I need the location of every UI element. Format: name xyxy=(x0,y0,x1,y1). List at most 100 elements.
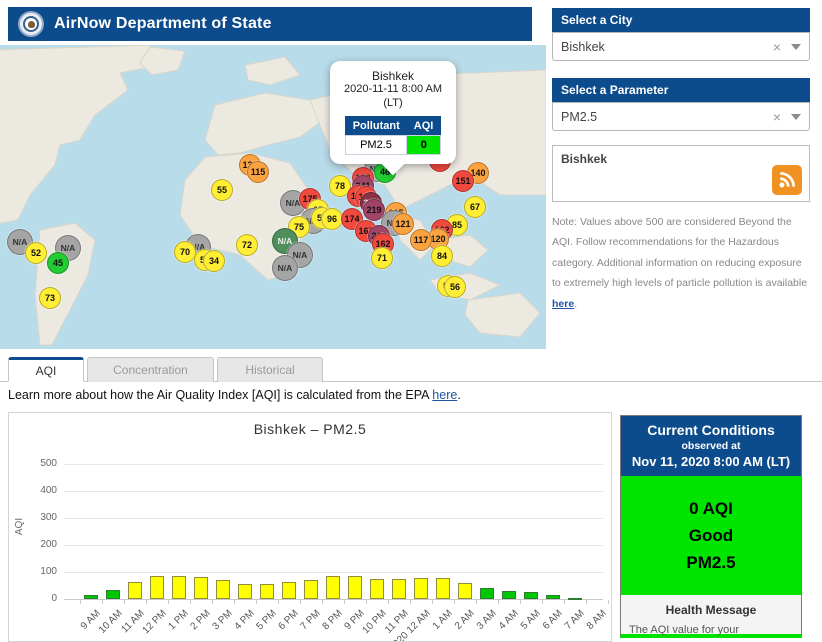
popup-timezone: (LT) xyxy=(336,97,450,111)
aqi-map-marker[interactable]: 52 xyxy=(25,242,47,264)
chart-x-tick xyxy=(300,600,301,604)
popup-aqi-table: Pollutant AQI PM2.5 0 xyxy=(345,116,442,155)
aqi-map-marker[interactable]: 151 xyxy=(452,170,474,192)
chart-bar[interactable] xyxy=(524,592,538,599)
map-continents xyxy=(0,45,546,349)
chart-bar[interactable] xyxy=(260,584,274,599)
chart-bar[interactable] xyxy=(568,598,582,600)
chart-x-tick xyxy=(388,600,389,604)
chart-bar[interactable] xyxy=(84,595,98,599)
chart-gridline xyxy=(64,572,603,573)
city-select-header: Select a City xyxy=(552,8,810,32)
learn-more-period: . xyxy=(457,388,460,402)
learn-more-here-link[interactable]: here xyxy=(432,388,457,402)
parameter-select[interactable]: PM2.5 × xyxy=(552,102,810,131)
aqi-map-marker[interactable]: N/A xyxy=(272,255,298,281)
state-department-seal-icon xyxy=(18,11,44,37)
chart-bar[interactable] xyxy=(282,582,296,599)
chart-bar[interactable] xyxy=(326,576,340,599)
chart-bar[interactable] xyxy=(238,584,252,599)
aqi-map-marker[interactable]: 45 xyxy=(47,252,69,274)
chart-bar[interactable] xyxy=(458,583,472,599)
chart-y-tick-label: 0 xyxy=(17,593,57,604)
chart-x-tick xyxy=(234,600,235,604)
chart-x-tick xyxy=(520,600,521,604)
note-here-link[interactable]: here xyxy=(552,298,574,310)
chart-bar[interactable] xyxy=(436,578,450,599)
chart-x-tick xyxy=(168,600,169,604)
clear-x-icon[interactable]: × xyxy=(773,109,781,125)
aqi-map-marker[interactable]: 70 xyxy=(174,241,196,263)
chart-bar[interactable] xyxy=(106,590,120,599)
chart-bar[interactable] xyxy=(150,576,164,599)
health-message-text: The AQI value for your community is betw… xyxy=(629,621,793,642)
chart-bar[interactable] xyxy=(172,576,186,599)
tab-aqi[interactable]: AQI xyxy=(8,357,84,382)
chart-bar[interactable] xyxy=(546,595,560,599)
aqi-map-marker[interactable]: 67 xyxy=(464,196,486,218)
chart-x-tick xyxy=(190,600,191,604)
aqi-status-box: 0 AQI Good PM2.5 xyxy=(621,476,801,595)
aqi-map-marker[interactable]: 34 xyxy=(203,250,225,272)
clear-x-icon[interactable]: × xyxy=(773,39,781,55)
chart-y-tick-label: 200 xyxy=(17,539,57,550)
aqi-map-marker[interactable]: 73 xyxy=(39,287,61,309)
chart-bar[interactable] xyxy=(480,588,494,599)
app-title: AirNow Department of State xyxy=(54,15,272,33)
chart-gridline xyxy=(64,464,603,465)
chevron-down-icon[interactable] xyxy=(791,114,801,120)
chart-gridline xyxy=(64,518,603,519)
popup-city: Bishkek xyxy=(336,69,450,83)
current-conditions-panel: Current Conditions observed at Nov 11, 2… xyxy=(620,415,802,638)
chart-x-tick xyxy=(256,600,257,604)
chart-x-tick xyxy=(278,600,279,604)
chart-bar[interactable] xyxy=(304,580,318,599)
observation-timestamp: Nov 11, 2020 8:00 AM (LT) xyxy=(623,454,799,469)
chart-bar[interactable] xyxy=(194,577,208,599)
chart-bar[interactable] xyxy=(502,591,516,599)
chart-y-tick-label: 400 xyxy=(17,485,57,496)
chart-bar[interactable] xyxy=(216,580,230,599)
chart-bar[interactable] xyxy=(414,578,428,599)
aqi-category: Good xyxy=(621,526,801,546)
tab-bar: AQI Concentration Historical xyxy=(8,357,323,382)
popup-datetime: 2020-11-11 8:00 AM xyxy=(336,83,450,97)
chart-x-tick xyxy=(146,600,147,604)
chevron-down-icon[interactable] xyxy=(791,44,801,50)
aqi-map-marker[interactable]: 55 xyxy=(211,179,233,201)
chart-bar[interactable] xyxy=(392,579,406,599)
rss-icon[interactable] xyxy=(772,165,802,195)
airnow-page: AirNow Department of State N/A52N/A45731… xyxy=(0,0,822,642)
tab-concentration[interactable]: Concentration xyxy=(87,357,214,382)
aqi-map-marker[interactable]: 121 xyxy=(392,213,414,235)
world-map[interactable]: N/A52N/A45731311155578N/A17565N/A569675N… xyxy=(0,45,546,349)
city-select-value: Bishkek xyxy=(561,40,773,54)
aqi-map-marker[interactable]: 96 xyxy=(321,208,343,230)
aqi-map-marker[interactable]: 72 xyxy=(236,234,258,256)
chart-x-axis-line xyxy=(64,599,603,600)
app-header: AirNow Department of State xyxy=(8,7,532,41)
tab-historical[interactable]: Historical xyxy=(217,357,323,382)
chart-x-tick xyxy=(454,600,455,604)
chart-x-tick xyxy=(212,600,213,604)
health-message-section: Health Message The AQI value for your co… xyxy=(621,595,801,642)
parameter-select-value: PM2.5 xyxy=(561,110,773,124)
observed-at-label: observed at xyxy=(623,440,799,452)
aqi-map-marker[interactable]: 56 xyxy=(444,276,466,298)
chart-bar[interactable] xyxy=(348,576,362,599)
chart-y-tick-label: 100 xyxy=(17,566,57,577)
city-select[interactable]: Bishkek × xyxy=(552,32,810,61)
chart-bar[interactable] xyxy=(370,579,384,599)
aqi-map-marker[interactable]: 117 xyxy=(410,229,432,251)
note-text: Note: Values above 500 are considered Be… xyxy=(552,216,807,289)
chart-x-tick xyxy=(366,600,367,604)
map-popup[interactable]: Bishkek 2020-11-11 8:00 AM (LT) Pollutan… xyxy=(330,61,456,164)
chart-bar[interactable] xyxy=(128,582,142,599)
chart-gridline xyxy=(64,491,603,492)
aqi-map-marker[interactable]: 71 xyxy=(371,247,393,269)
aqi-map-marker[interactable]: 84 xyxy=(431,245,453,267)
current-conditions-header: Current Conditions observed at Nov 11, 2… xyxy=(621,416,801,476)
aqi-map-marker[interactable]: 115 xyxy=(247,161,269,183)
chart-x-tick xyxy=(322,600,323,604)
chart-x-tick xyxy=(498,600,499,604)
